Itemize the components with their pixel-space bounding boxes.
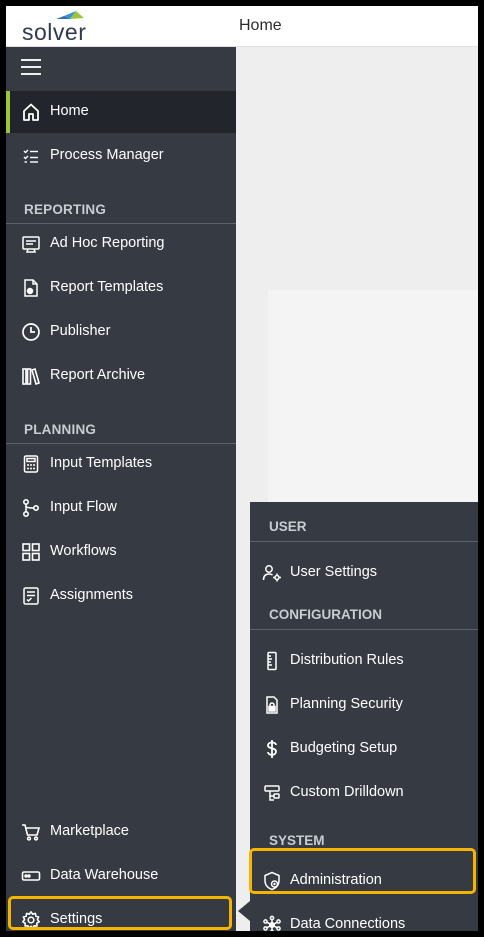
cart-icon xyxy=(21,822,41,842)
sidebar-item-marketplace[interactable]: Marketplace xyxy=(6,811,236,853)
flyout-heading-system: SYSTEM xyxy=(269,833,325,848)
flyout-divider xyxy=(250,541,478,542)
flyout-heading-user: USER xyxy=(269,519,307,534)
menu-item-budgeting-setup[interactable]: Budgeting Setup xyxy=(250,729,478,769)
sidebar-item-settings[interactable]: Settings xyxy=(6,899,236,931)
sidebar-item-workflows[interactable]: Workflows xyxy=(6,531,236,573)
sidebar-item-input-templates[interactable]: Input Templates xyxy=(6,443,236,485)
solver-logo[interactable]: solver xyxy=(20,10,120,45)
app-window: solver Home Home Process Manager REPORTI… xyxy=(6,6,478,931)
sidebar-item-home[interactable]: Home xyxy=(6,91,236,133)
books-icon xyxy=(21,366,41,386)
sidebar-item-label: Marketplace xyxy=(50,823,129,839)
sidebar-item-input-flow[interactable]: Input Flow xyxy=(6,487,236,529)
shield-icon xyxy=(262,871,282,891)
top-header: solver Home xyxy=(6,6,478,47)
menu-item-label: User Settings xyxy=(290,564,378,580)
section-heading-planning: PLANNING xyxy=(24,422,97,437)
sidebar-item-report-archive[interactable]: Report Archive xyxy=(6,355,236,397)
flow-icon xyxy=(21,498,41,518)
checklist-icon xyxy=(21,146,41,166)
drilldown-icon xyxy=(262,783,282,803)
ruler-icon xyxy=(262,651,282,671)
report-icon xyxy=(21,234,41,254)
clock-icon xyxy=(21,322,41,342)
sidebar-item-label: Report Archive xyxy=(50,367,146,383)
sidebar-item-label: Home xyxy=(50,103,89,119)
sidebar-item-label: Assignments xyxy=(50,587,134,603)
sidebar-item-label: Workflows xyxy=(50,543,117,559)
grid-icon xyxy=(21,542,41,562)
sidebar-item-label: Process Manager xyxy=(50,147,164,163)
sidebar-item-label: Data Warehouse xyxy=(50,867,159,883)
sidebar-item-publisher[interactable]: Publisher xyxy=(6,311,236,353)
menu-item-distribution-rules[interactable]: Distribution Rules xyxy=(250,641,478,681)
menu-item-label: Custom Drilldown xyxy=(290,784,404,800)
settings-flyout-menu: USER User Settings CONFIGURATION Distrib… xyxy=(250,502,478,931)
network-icon xyxy=(262,915,282,931)
page-title: Home xyxy=(239,17,282,34)
hamburger-icon[interactable] xyxy=(21,59,41,75)
menu-item-label: Budgeting Setup xyxy=(290,740,398,756)
sidebar-item-label: Input Templates xyxy=(50,455,153,471)
menu-item-label: Administration xyxy=(290,872,382,888)
menu-item-custom-drilldown[interactable]: Custom Drilldown xyxy=(250,773,478,813)
home-icon xyxy=(21,102,41,122)
menu-item-data-connections[interactable]: Data Connections xyxy=(250,905,478,931)
sidebar: Home Process Manager REPORTING Ad Hoc Re… xyxy=(6,47,236,931)
sidebar-item-ad-hoc-reporting[interactable]: Ad Hoc Reporting xyxy=(6,223,236,265)
document-settings-icon xyxy=(21,278,41,298)
menu-item-planning-security[interactable]: Planning Security xyxy=(250,685,478,725)
menu-item-label: Distribution Rules xyxy=(290,652,404,668)
sidebar-item-process-manager[interactable]: Process Manager xyxy=(6,135,236,177)
section-heading-reporting: REPORTING xyxy=(24,202,107,217)
sidebar-item-report-templates[interactable]: Report Templates xyxy=(6,267,236,309)
user-settings-icon xyxy=(262,563,282,583)
sidebar-item-label: Settings xyxy=(50,911,103,927)
flyout-divider xyxy=(250,629,478,630)
calculator-icon xyxy=(21,454,41,474)
dollar-icon xyxy=(262,739,282,759)
flyout-heading-configuration: CONFIGURATION xyxy=(269,607,382,622)
sidebar-item-label: Report Templates xyxy=(50,279,164,295)
flyout-pointer xyxy=(238,901,250,921)
document-lock-icon xyxy=(262,695,282,715)
sidebar-item-label: Input Flow xyxy=(50,499,117,515)
menu-item-label: Planning Security xyxy=(290,696,403,712)
sidebar-item-label: Ad Hoc Reporting xyxy=(50,235,165,251)
sidebar-item-label: Publisher xyxy=(50,323,111,339)
menu-item-label: Data Connections xyxy=(290,916,406,931)
list-icon xyxy=(21,586,41,606)
drive-icon xyxy=(21,866,41,886)
menu-item-user-settings[interactable]: User Settings xyxy=(250,553,478,593)
menu-item-administration[interactable]: Administration xyxy=(250,861,478,901)
sidebar-item-data-warehouse[interactable]: Data Warehouse xyxy=(6,855,236,897)
logo-text: solver xyxy=(22,19,87,45)
sidebar-item-assignments[interactable]: Assignments xyxy=(6,575,236,617)
gear-icon xyxy=(21,910,41,930)
